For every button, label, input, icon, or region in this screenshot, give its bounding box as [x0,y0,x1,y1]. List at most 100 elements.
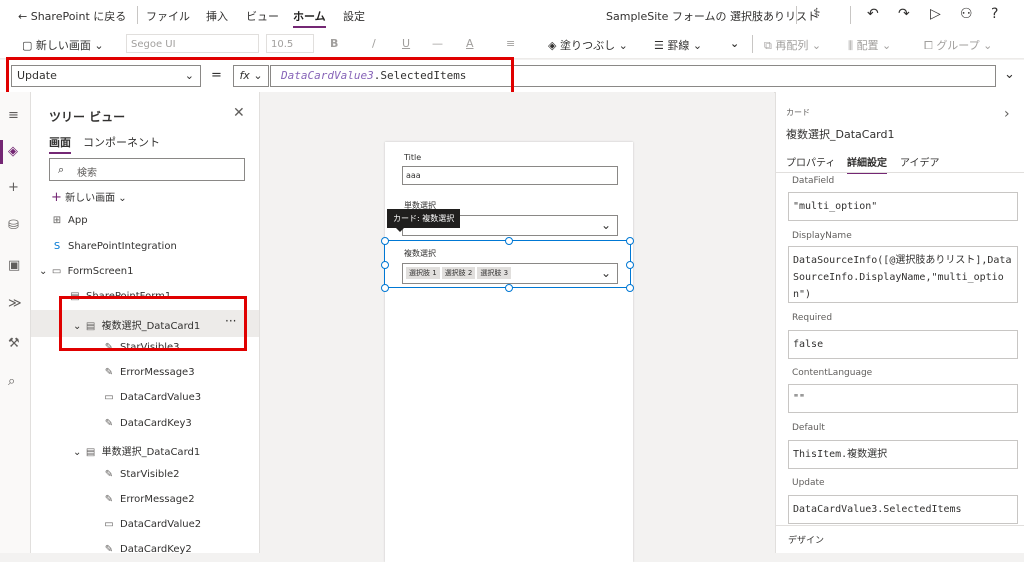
expand-formula-chevron-icon[interactable]: ⌄ [1004,67,1015,82]
menu-settings[interactable]: 設定 [343,8,365,24]
plus-icon: + [51,190,62,205]
tree-node-datacardvalue2[interactable]: ▭ DataCardValue2 [103,519,201,530]
resize-handle[interactable] [505,284,513,292]
tree-node-errormessage2[interactable]: ✎ ErrorMessage2 [103,494,195,505]
default-label: Default [792,423,825,433]
required-input[interactable]: false [788,330,1018,359]
default-input[interactable]: ThisItem.複数選択 [788,440,1018,469]
database-icon[interactable]: ⛁ [8,218,19,233]
resize-handle[interactable] [626,261,634,269]
ribbon-overflow-chevron-icon[interactable]: ⌄ [730,37,739,50]
edit-icon: ✎ [104,494,114,505]
help-icon[interactable]: ? [991,6,998,22]
datafield-label: DataField [792,176,835,186]
resize-handle[interactable] [381,284,389,292]
panel-control-name: 複数選択_DataCard1 [786,128,895,141]
tab-ideas[interactable]: アイデア [900,154,940,169]
border-icon: ☰ [654,39,664,52]
menu-home[interactable]: ホーム [293,8,326,28]
edit-icon: ✎ [104,418,114,429]
resize-handle[interactable] [505,237,513,245]
underline-button[interactable]: U [402,37,410,50]
resize-handle[interactable] [626,284,634,292]
properties-panel: カード 複数選択_DataCard1 › プロパティ 詳細設定 アイデア Dat… [775,92,1024,553]
title-field-label: Title [404,153,422,162]
tree-node-integration[interactable]: S SharePointIntegration [51,241,177,252]
menu-view[interactable]: ビュー [246,8,279,24]
top-menu-bar: ← SharePoint に戻る ファイル 挿入 ビュー ホーム 設定 Samp… [0,0,1024,31]
tab-screens[interactable]: 画面 [49,134,71,154]
power-automate-icon[interactable]: ≫ [8,296,22,311]
tree-node-starvisible2[interactable]: ✎ StarVisible2 [103,469,180,480]
tree-node-datacardvalue3[interactable]: ▭ DataCardValue3 [103,392,201,403]
bold-button[interactable]: B [330,37,338,50]
text-align-icon[interactable]: ≡ [506,37,515,50]
font-family-select[interactable]: Segoe UI [126,34,259,53]
new-screen-tree-button[interactable]: + 新しい画面 ⌄ [51,189,127,205]
stethoscope-icon[interactable]: ⚕ [813,6,821,22]
design-section-header[interactable]: デザイン [788,533,824,546]
red-highlight-formula [6,57,514,96]
font-size-select[interactable]: 10.5 [266,34,314,53]
menu-insert[interactable]: 挿入 [206,8,228,24]
close-icon[interactable]: ✕ [233,105,245,121]
tree-node-datacardkey3[interactable]: ✎ DataCardKey3 [103,418,192,429]
datafield-input[interactable]: "multi_option" [788,192,1018,221]
tree-search-input[interactable]: ⌕ 検索 [49,158,245,181]
reorder-button[interactable]: ⧉ 再配列 ⌄ [764,37,821,53]
font-color-button[interactable]: A [466,37,474,50]
resize-handle[interactable] [381,261,389,269]
edit-icon: ✎ [104,469,114,480]
group-button[interactable]: ⧠ グループ ⌄ [924,37,992,53]
redo-icon[interactable]: ↷ [898,6,910,22]
divider [137,6,138,24]
app-title: SampleSite フォームの 選択肢ありリスト [606,10,819,23]
strikethrough-button[interactable]: — [432,37,443,50]
panel-type-label: カード [786,108,810,117]
new-screen-button[interactable]: ▢ 新しい画面 ⌄ [22,37,104,53]
menu-file[interactable]: ファイル [146,8,190,24]
update-input[interactable]: DataCardValue3.SelectedItems [788,495,1018,524]
plus-icon[interactable]: + [8,180,19,195]
align-button[interactable]: ⫼ 配置 ⌄ [848,37,891,53]
user-icon[interactable]: ⚇ [960,6,973,22]
tooltip-arrow [395,227,405,232]
red-highlight-tree-node [59,296,247,351]
chevron-right-icon[interactable]: › [1004,106,1010,122]
tab-properties[interactable]: プロパティ [786,154,835,169]
search-icon[interactable]: ⌕ [8,374,15,389]
fill-button[interactable]: ◈ 塗りつぶし ⌄ [548,37,628,53]
edit-icon: ✎ [104,544,114,555]
chevron-down-icon: ⌄ [39,266,48,277]
tree-node-app[interactable]: ⊞ App [51,215,88,226]
tree-node-formscreen[interactable]: ⌄ ▭ FormScreen1 [39,266,134,277]
tab-advanced[interactable]: 詳細設定 [847,154,887,174]
tree-view-title: ツリー ビュー [49,110,126,124]
tools-icon[interactable]: ⚒ [8,336,20,351]
update-label: Update [792,478,825,488]
resize-handle[interactable] [626,237,634,245]
selection-frame[interactable] [384,240,631,288]
displayname-input[interactable]: DataSourceInfo([@選択肢ありリスト],DataSourceInf… [788,246,1018,303]
form-screen-preview[interactable]: Title aaa 単数選択 ⌄ カード: 複数選択 複数選択 選択肢 1 選択肢… [381,142,634,562]
tab-components[interactable]: コンポーネント [83,134,160,150]
border-button[interactable]: ☰ 罫線 ⌄ [654,37,702,53]
title-field-input[interactable]: aaa [402,166,618,185]
tree-node-datacardkey2[interactable]: ✎ DataCardKey2 [103,544,192,555]
undo-icon[interactable]: ↶ [867,6,879,22]
tree-node-errormessage3[interactable]: ✎ ErrorMessage3 [103,367,195,378]
combobox-icon: ▭ [104,392,114,403]
play-icon[interactable]: ▷ [930,6,941,22]
contentlanguage-input[interactable]: "" [788,384,1018,413]
chevron-down-icon: ⌄ [73,447,82,458]
media-icon[interactable]: ▣ [8,258,20,273]
tree-node-datacard-single[interactable]: ⌄ ▤ 単数選択_DataCard1 [73,443,200,458]
back-to-sharepoint-button[interactable]: ← SharePoint に戻る [18,8,126,24]
design-canvas: Title aaa 単数選択 ⌄ カード: 複数選択 複数選択 選択肢 1 選択肢… [260,92,774,562]
divider [776,525,1024,526]
italic-button[interactable]: / [372,37,376,50]
resize-handle[interactable] [381,237,389,245]
layers-icon[interactable]: ◈ [8,144,18,159]
hamburger-icon[interactable]: ≡ [8,108,19,123]
card-icon: ▤ [85,447,96,458]
